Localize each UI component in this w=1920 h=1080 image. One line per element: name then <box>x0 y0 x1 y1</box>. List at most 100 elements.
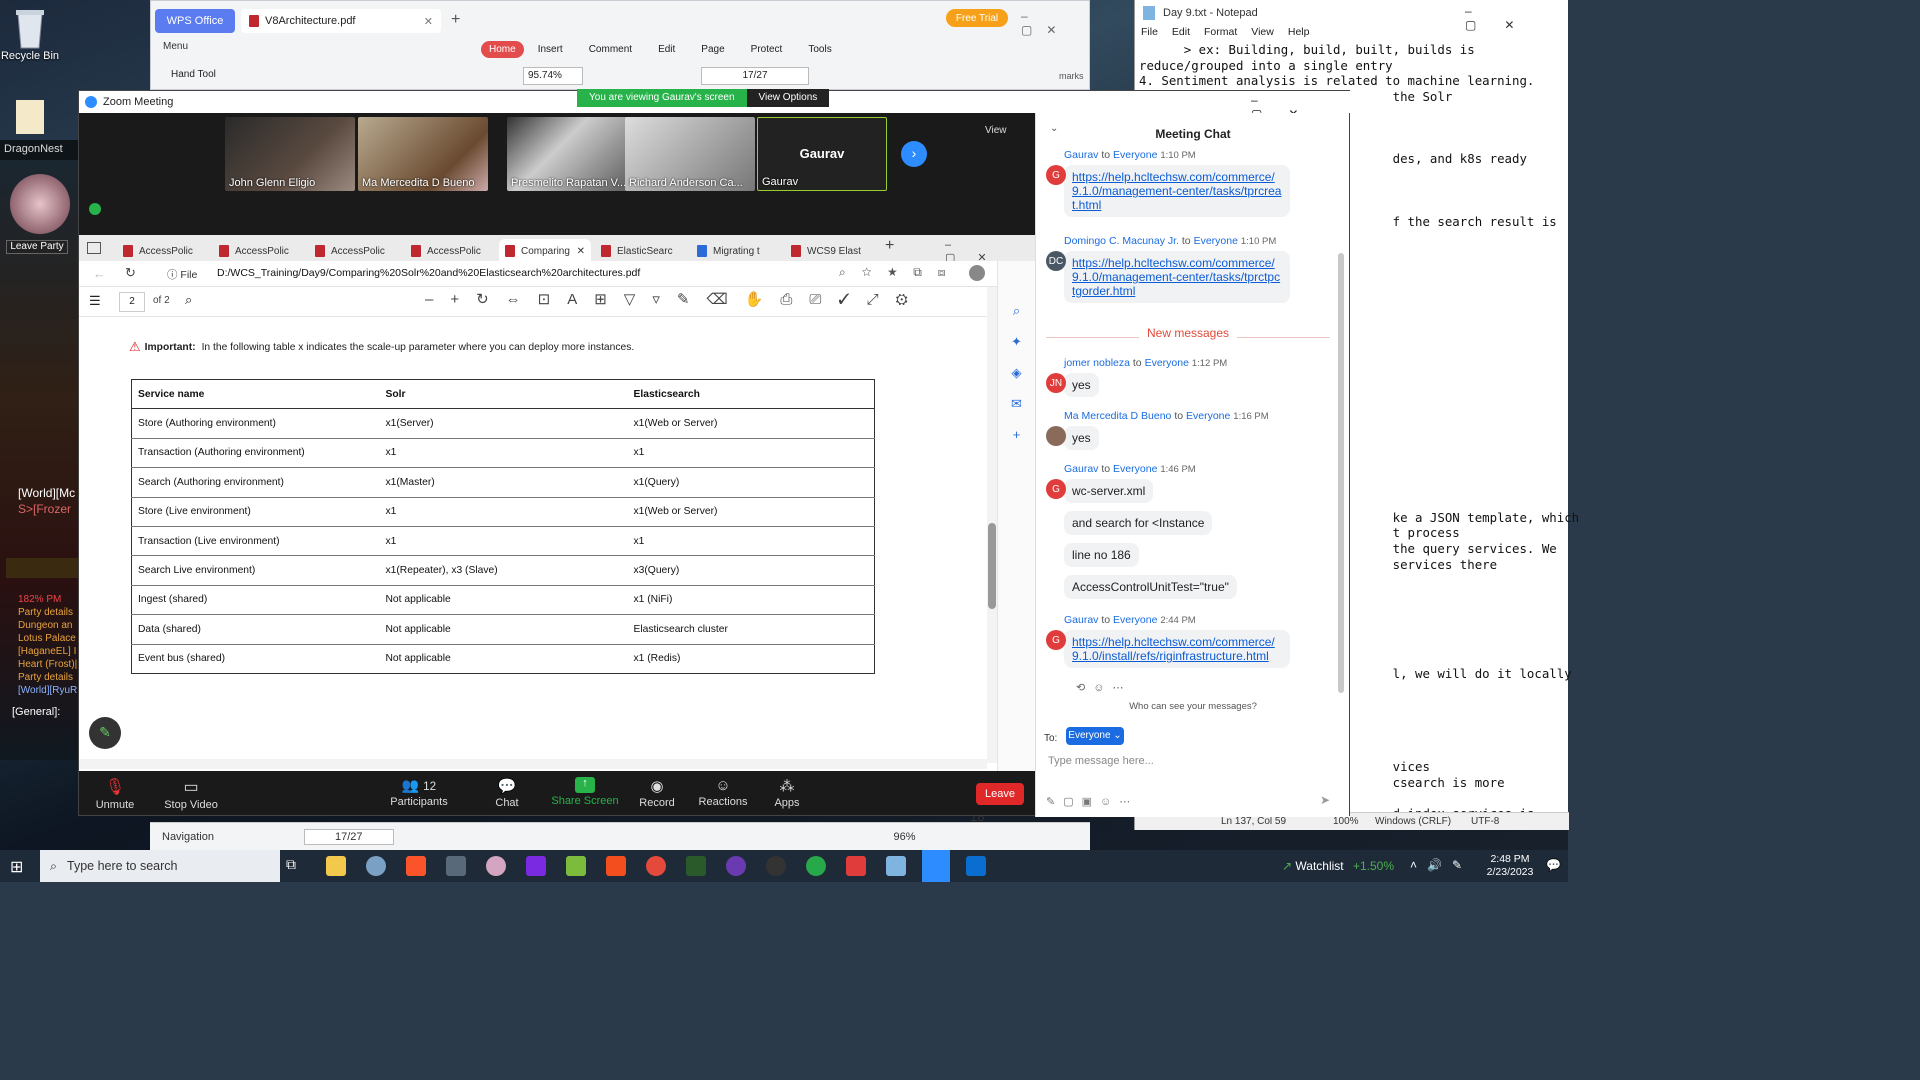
browser-tab[interactable]: Migrating t <box>691 239 781 263</box>
new-tab-icon[interactable]: + <box>885 237 894 255</box>
menu-file[interactable]: File <box>1141 26 1158 38</box>
stop-video-button[interactable]: ▭ Stop Video <box>151 777 231 811</box>
new-tab-icon[interactable]: + <box>451 11 460 29</box>
edge-sidebar-icons[interactable]: ⌕ ✦ ◈ ✉ + <box>998 295 1035 450</box>
start-icon[interactable]: ⊞ <box>10 857 23 877</box>
ribbon-tab-tools[interactable]: Tools <box>808 41 831 58</box>
apps-button[interactable]: ⁂ Apps <box>747 777 827 809</box>
participant-tile[interactable]: Richard Anderson Ca... <box>625 117 755 191</box>
chat-format-icons[interactable]: ✎▢▣☺⋯ <box>1046 795 1138 808</box>
tray-icons[interactable]: ˄🔊✎ <box>1410 858 1472 872</box>
annotate-pen-icon[interactable]: ✎ <box>89 717 121 749</box>
menu-format[interactable]: Format <box>1204 26 1237 38</box>
zoom-taskbar-icon[interactable] <box>922 850 950 882</box>
task-view-icon[interactable]: ⧉ <box>286 856 306 876</box>
chat-button[interactable]: 💬 Chat <box>467 777 547 809</box>
ribbon-tab-comment[interactable]: Comment <box>589 41 632 58</box>
chat-link[interactable]: https://help.hcltechsw.com/commerce/9.1.… <box>1072 635 1275 663</box>
ribbon-tab-edit[interactable]: Edit <box>658 41 675 58</box>
participant-tile[interactable]: Ma Mercedita D Bueno <box>358 117 488 191</box>
wps-office-window[interactable]: WPS Office V8Architecture.pdf ✕ + Free T… <box>150 0 1090 90</box>
pdf-page-input[interactable]: 2 <box>119 292 145 312</box>
chat-input[interactable]: Type message here... <box>1048 755 1154 767</box>
browser-tab[interactable]: ElasticSearc <box>595 239 687 263</box>
browser-tab[interactable]: AccessPolic <box>213 239 305 263</box>
app-icon[interactable] <box>966 856 986 876</box>
url-field[interactable]: D:/WCS_Training/Day9/Comparing%20Solr%20… <box>217 267 640 279</box>
menu-view[interactable]: View <box>1251 26 1274 38</box>
back-icon[interactable]: ← <box>93 266 106 281</box>
app-icon[interactable] <box>686 856 706 876</box>
scrollbar-thumb[interactable] <box>988 523 996 609</box>
brave-icon[interactable] <box>406 856 426 876</box>
taskbar-search[interactable]: ⌕ Type here to search <box>40 850 280 882</box>
pdf-scrollbar[interactable] <box>987 287 997 763</box>
chat-link[interactable]: https://help.hcltechsw.com/commerce/9.1.… <box>1072 170 1281 212</box>
share-screen-button[interactable]: ↑ Share Screen <box>545 777 625 807</box>
ribbon-tab-protect[interactable]: Protect <box>751 41 783 58</box>
browser-tab[interactable]: AccessPolic <box>309 239 401 263</box>
view-button[interactable]: View <box>985 125 1007 136</box>
recipient-dropdown[interactable]: Everyone ⌄ <box>1066 727 1124 745</box>
recycle-bin-shortcut[interactable]: Recycle Bin <box>0 6 65 62</box>
ribbon-tab-home[interactable]: Home <box>481 41 524 58</box>
wps-document-tab[interactable]: V8Architecture.pdf ✕ <box>241 9 441 33</box>
participant-tile[interactable]: John Glenn Eligio <box>225 117 355 191</box>
tab-actions-icon[interactable] <box>87 242 101 254</box>
participant-tile[interactable]: Presmelito Rapatan V... <box>507 117 637 191</box>
shared-browser[interactable]: AccessPolic AccessPolic AccessPolic Acce… <box>79 235 1035 771</box>
wps-icon[interactable] <box>846 856 866 876</box>
skill-bar[interactable] <box>6 558 80 578</box>
leave-party-button[interactable]: Leave Party <box>6 240 68 254</box>
browser-tab[interactable]: AccessPolic <box>117 239 209 263</box>
bottom-page-field[interactable]: 17/27 <box>303 828 394 845</box>
participants-button[interactable]: 👥 12 Participants <box>379 777 459 808</box>
browser-tab[interactable]: AccessPolic <box>405 239 497 263</box>
send-icon[interactable]: ➤ <box>1320 793 1330 807</box>
browser-action-icons[interactable]: ⌕☆★⧉⧈ <box>839 265 961 280</box>
contents-icon[interactable]: ☰ <box>89 293 101 309</box>
profile-avatar[interactable] <box>969 265 985 281</box>
search-icon[interactable]: ⌕ <box>185 292 192 308</box>
horizontal-scrollbar[interactable] <box>79 759 987 769</box>
file-explorer-icon[interactable] <box>326 856 346 876</box>
unmute-button[interactable]: 🎙 Unmute <box>75 777 155 811</box>
app-icon[interactable] <box>366 856 386 876</box>
app-icon[interactable] <box>486 856 506 876</box>
app-icon[interactable] <box>446 856 466 876</box>
chat-link[interactable]: https://help.hcltechsw.com/commerce/9.1.… <box>1072 256 1280 298</box>
notification-icon[interactable]: 💬 <box>1546 858 1561 872</box>
navigation-button[interactable]: Navigation <box>162 831 214 843</box>
wps-menu-button[interactable]: Menu <box>163 41 188 52</box>
browser-tab[interactable]: WCS9 Elast <box>785 239 875 263</box>
watchlist-widget[interactable]: ↗ Watchlist +1.50% <box>1282 859 1394 873</box>
chrome-icon[interactable] <box>646 856 666 876</box>
pdf-tool-icons[interactable]: –+↻⇔⊡A⊞▽▿✎⌫✋⎙⎚✓⤢⚙ <box>425 290 925 308</box>
general-chat[interactable]: [General]: <box>12 706 60 718</box>
wps-page-field[interactable]: 17/27 <box>701 67 809 85</box>
notepad-window-controls[interactable]: –▢✕ <box>1465 4 1568 32</box>
bottom-zoom[interactable]: 96% <box>894 831 916 843</box>
wps-window-controls[interactable]: –▢✕ <box>1021 9 1089 37</box>
free-trial-button[interactable]: Free Trial <box>946 9 1008 27</box>
hand-tool-button[interactable]: Hand Tool <box>171 69 216 80</box>
file-icon[interactable] <box>16 100 44 134</box>
close-icon[interactable]: ✕ <box>577 246 585 257</box>
ribbon-tab-insert[interactable]: Insert <box>538 41 563 58</box>
edge-icon[interactable] <box>806 856 826 876</box>
next-page-icon[interactable]: › <box>901 141 927 167</box>
menu-help[interactable]: Help <box>1288 26 1310 38</box>
notepad-taskbar-icon[interactable] <box>886 856 906 876</box>
wps-office-tab[interactable]: WPS Office <box>155 9 235 33</box>
close-icon[interactable]: ✕ <box>424 15 433 28</box>
wps-zoom-field[interactable]: 95.74% <box>523 67 583 85</box>
menu-edit[interactable]: Edit <box>1172 26 1190 38</box>
message-action-icons[interactable]: ⟲☺⋯ <box>1076 681 1131 694</box>
refresh-icon[interactable]: ↻ <box>125 265 136 281</box>
app-icon[interactable] <box>766 856 786 876</box>
notepad-plus-icon[interactable] <box>566 856 586 876</box>
clock[interactable]: 2:48 PM 2/23/2023 <box>1480 853 1540 879</box>
browser-tab-active[interactable]: Comparing ✕ <box>499 239 591 263</box>
intellij-icon[interactable] <box>526 856 546 876</box>
who-can-see-link[interactable]: Who can see your messages? <box>1036 701 1350 712</box>
